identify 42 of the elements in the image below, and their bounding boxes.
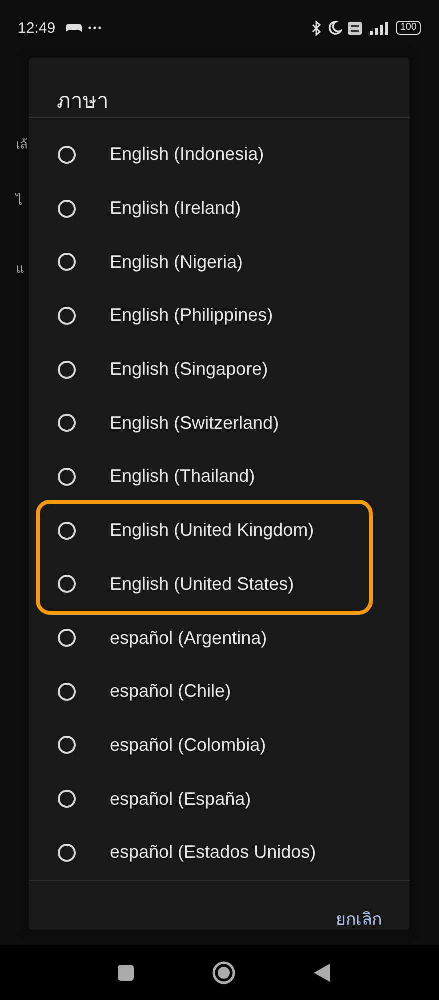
language-option[interactable]: English (United Kingdom) [40,504,369,558]
language-option[interactable]: English (Nigeria) [29,235,410,290]
page-label: เล้ [16,136,28,154]
page-label: ไ [16,192,23,210]
radio-button[interactable] [58,360,76,379]
bluetooth-icon [312,20,322,36]
radio-button[interactable] [58,736,76,754]
radio-button[interactable] [58,575,76,594]
more-icon [88,26,102,30]
language-option[interactable]: English (United States) [40,558,369,612]
language-option[interactable]: English (Indonesia) [29,128,410,182]
language-option[interactable]: español (Argentina) [29,611,410,665]
page-label: แ [16,260,24,278]
radio-button[interactable] [58,682,76,701]
moon-icon [328,21,342,35]
battery-indicator: 100 [396,21,421,35]
back-icon[interactable] [314,964,330,982]
home-icon[interactable] [212,960,236,984]
language-option[interactable]: español (Estados Unidos) [29,826,410,880]
language-option[interactable]: español (Colombia) [29,718,410,772]
language-option[interactable]: English (Switzerland) [29,396,410,450]
radio-button[interactable] [58,414,76,432]
language-option[interactable]: español (España) [29,772,410,826]
radio-button[interactable] [58,844,76,862]
language-option[interactable]: English (Singapore) [29,342,410,396]
radio-button[interactable] [58,306,76,325]
status-time: 12:49 [18,20,56,36]
radio-button[interactable] [58,468,76,486]
radio-button[interactable] [58,790,76,808]
cancel-button[interactable]: ยกเลิก [332,900,386,936]
radio-button[interactable] [58,253,76,272]
signal-icon [368,21,390,35]
dialog-title: ภาษา [29,58,410,118]
language-option[interactable]: English (Thailand) [29,450,410,504]
radio-button[interactable] [58,200,76,218]
recents-icon[interactable] [118,964,134,980]
radio-button[interactable] [58,522,76,540]
radio-button[interactable] [58,146,76,164]
radio-button[interactable] [58,629,76,648]
language-option[interactable]: English (Ireland) [29,182,410,236]
language-option[interactable]: English (Philippines) [29,289,410,343]
language-option[interactable]: español (Chile) [29,664,410,719]
